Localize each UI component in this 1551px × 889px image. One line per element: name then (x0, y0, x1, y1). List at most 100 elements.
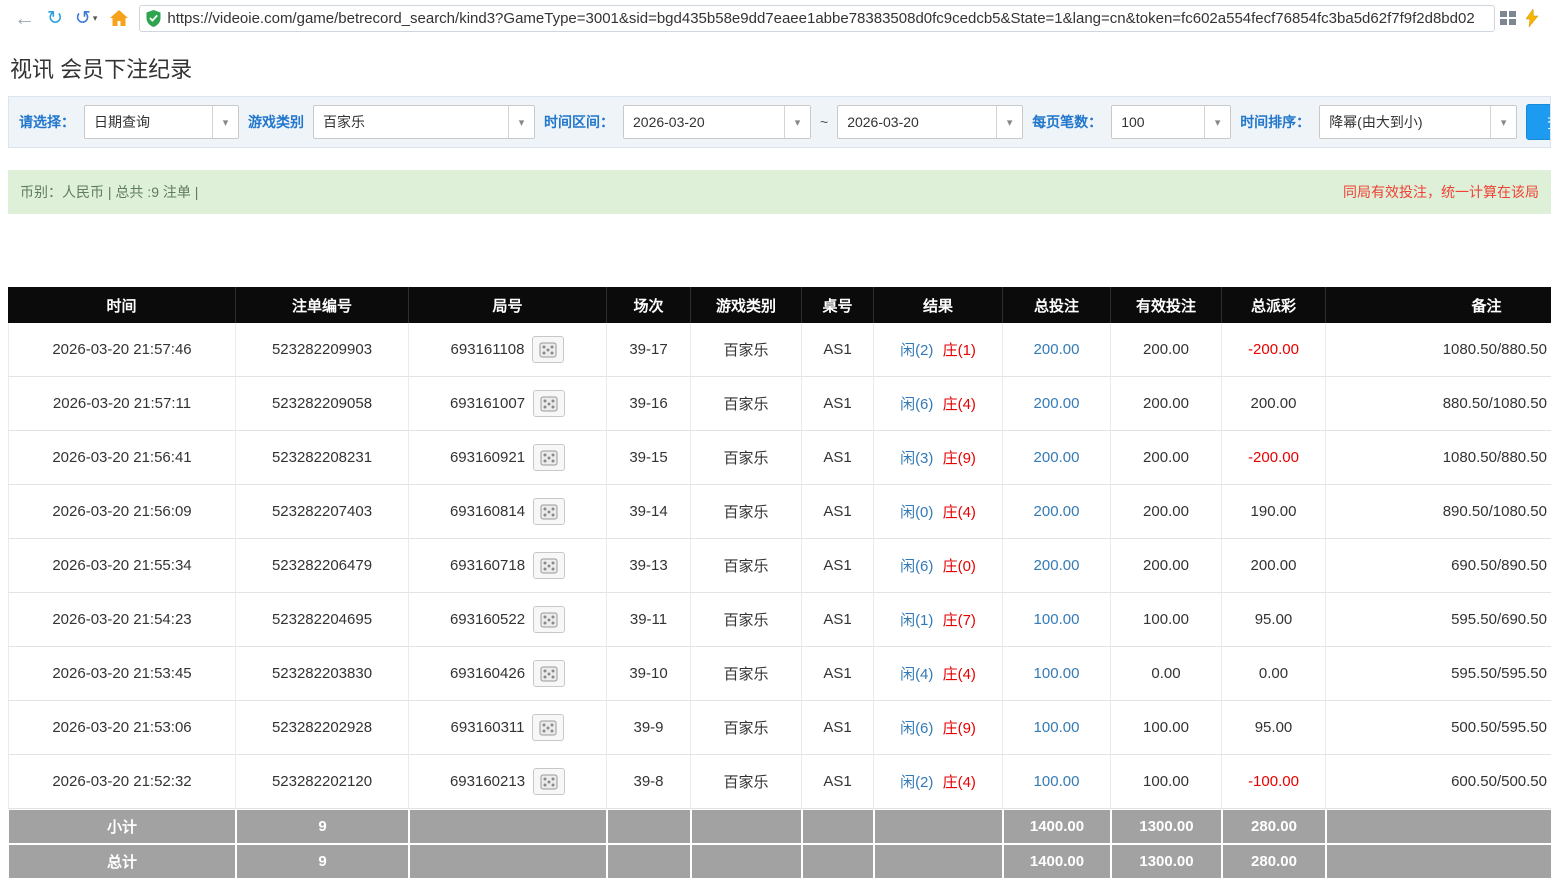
cell-time: 2026-03-20 21:56:41 (8, 431, 236, 485)
game-type-select[interactable]: 百家乐 ▾ (313, 105, 535, 139)
subtotal-empty (874, 809, 1003, 844)
player-result: 闲(2) (900, 342, 933, 359)
replay-video-button[interactable] (533, 444, 565, 471)
round-number: 693160522 (450, 611, 525, 628)
total-empty (802, 844, 874, 879)
game-type-label: 游戏类别 (248, 112, 304, 132)
sort-value: 降幂(由大到小) (1320, 106, 1490, 138)
cell-bet-number: 523282209903 (236, 323, 409, 377)
table-row: 2026-03-20 21:56:41 523282208231 6931609… (8, 431, 1551, 485)
total-bet-link[interactable]: 100.00 (1003, 593, 1111, 647)
cell-round: 693160921 (409, 431, 607, 485)
cell-result: 闲(6) 庄(4) (874, 377, 1003, 431)
cell-note: 690.50/890.50 (1326, 539, 1551, 593)
cell-result: 闲(6) 庄(9) (874, 701, 1003, 755)
chevron-down-icon[interactable]: ▾ (996, 106, 1022, 138)
cell-session: 39-8 (607, 755, 691, 809)
page-size-select[interactable]: 100 ▾ (1111, 105, 1231, 139)
replay-video-button[interactable] (533, 606, 565, 633)
total-bet-link[interactable]: 200.00 (1003, 539, 1111, 593)
table-row: 2026-03-20 21:54:23 523282204695 6931605… (8, 593, 1551, 647)
subtotal-row: 小计 9 1400.00 1300.00 280.00 (8, 809, 1551, 844)
total-bet-link[interactable]: 100.00 (1003, 647, 1111, 701)
cell-payout: 190.00 (1222, 485, 1326, 539)
time-range-label: 时间区间： (544, 112, 614, 132)
cell-time: 2026-03-20 21:57:11 (8, 377, 236, 431)
table-body: 2026-03-20 21:57:46 523282209903 6931611… (8, 323, 1551, 809)
undo-glyph: ↺ (75, 9, 91, 28)
replay-video-button[interactable] (533, 498, 565, 525)
total-bet-link[interactable]: 200.00 (1003, 377, 1111, 431)
cell-table: AS1 (802, 323, 874, 377)
subtotal-total-bet: 1400.00 (1003, 809, 1111, 844)
round-number: 693161007 (450, 395, 525, 412)
replay-video-button[interactable] (533, 660, 565, 687)
col-game-type: 游戏类别 (691, 287, 802, 323)
address-bar[interactable]: https://videoie.com/game/betrecord_searc… (139, 5, 1495, 32)
cell-session: 39-17 (607, 323, 691, 377)
sort-select[interactable]: 降幂(由大到小) ▾ (1319, 105, 1517, 139)
table-row: 2026-03-20 21:53:45 523282203830 6931604… (8, 647, 1551, 701)
chevron-down-icon[interactable]: ▾ (784, 106, 810, 138)
cell-time: 2026-03-20 21:53:45 (8, 647, 236, 701)
chevron-down-icon[interactable]: ▾ (1490, 106, 1516, 138)
table-row: 2026-03-20 21:55:34 523282206479 6931607… (8, 539, 1551, 593)
banker-result: 庄(4) (943, 666, 976, 683)
cell-round: 693161007 (409, 377, 607, 431)
query-type-select[interactable]: 日期查询 ▾ (84, 105, 239, 139)
undo-icon[interactable]: ↺▾ (75, 9, 97, 28)
date-to-select[interactable]: 2026-03-20 ▾ (837, 105, 1023, 139)
total-bet-link[interactable]: 200.00 (1003, 431, 1111, 485)
cell-session: 39-9 (607, 701, 691, 755)
col-time: 时间 (8, 287, 236, 323)
chevron-down-icon[interactable]: ▾ (212, 106, 238, 138)
replay-video-button[interactable] (532, 714, 564, 741)
total-bet-link[interactable]: 100.00 (1003, 701, 1111, 755)
cell-result: 闲(4) 庄(4) (874, 647, 1003, 701)
cell-payout: -200.00 (1222, 431, 1326, 485)
replay-video-button[interactable] (533, 768, 565, 795)
round-number: 693160814 (450, 503, 525, 520)
cell-result: 闲(1) 庄(7) (874, 593, 1003, 647)
refresh-icon[interactable]: ↻ (47, 9, 63, 28)
cell-payout: 95.00 (1222, 701, 1326, 755)
cell-round: 693160426 (409, 647, 607, 701)
cell-session: 39-11 (607, 593, 691, 647)
cell-time: 2026-03-20 21:53:06 (8, 701, 236, 755)
back-icon[interactable]: ← (14, 8, 35, 29)
banker-result: 庄(9) (943, 450, 976, 467)
compatibility-grid-icon[interactable] (1500, 11, 1516, 25)
col-result: 结果 (874, 287, 1003, 323)
replay-video-button[interactable] (533, 390, 565, 417)
cell-table: AS1 (802, 755, 874, 809)
subtotal-empty (409, 809, 607, 844)
replay-video-button[interactable] (533, 552, 565, 579)
total-bet-link[interactable]: 200.00 (1003, 323, 1111, 377)
table-row: 2026-03-20 21:53:06 523282202928 6931603… (8, 701, 1551, 755)
replay-video-button[interactable] (532, 336, 564, 363)
cell-time: 2026-03-20 21:52:32 (8, 755, 236, 809)
subtotal-empty (691, 809, 802, 844)
cell-session: 39-16 (607, 377, 691, 431)
cell-table: AS1 (802, 593, 874, 647)
cell-time: 2026-03-20 21:57:46 (8, 323, 236, 377)
subtotal-empty (802, 809, 874, 844)
total-bet-link[interactable]: 100.00 (1003, 755, 1111, 809)
table-row: 2026-03-20 21:57:46 523282209903 6931611… (8, 323, 1551, 377)
cell-game-type: 百家乐 (691, 323, 802, 377)
lightning-icon[interactable] (1526, 9, 1538, 27)
date-from-select[interactable]: 2026-03-20 ▾ (623, 105, 811, 139)
cell-bet-number: 523282202928 (236, 701, 409, 755)
player-result: 闲(0) (900, 504, 933, 521)
cell-bet-number: 523282204695 (236, 593, 409, 647)
cell-payout: -200.00 (1222, 323, 1326, 377)
search-button[interactable]: 查询 (1526, 104, 1551, 140)
cell-result: 闲(2) 庄(4) (874, 755, 1003, 809)
chevron-down-icon[interactable]: ▾ (1204, 106, 1230, 138)
home-icon[interactable] (109, 9, 129, 27)
chevron-down-icon[interactable]: ▾ (508, 106, 534, 138)
cell-game-type: 百家乐 (691, 431, 802, 485)
cell-note: 500.50/595.50 (1326, 701, 1551, 755)
total-bet-link[interactable]: 200.00 (1003, 485, 1111, 539)
round-number: 693160921 (450, 449, 525, 466)
